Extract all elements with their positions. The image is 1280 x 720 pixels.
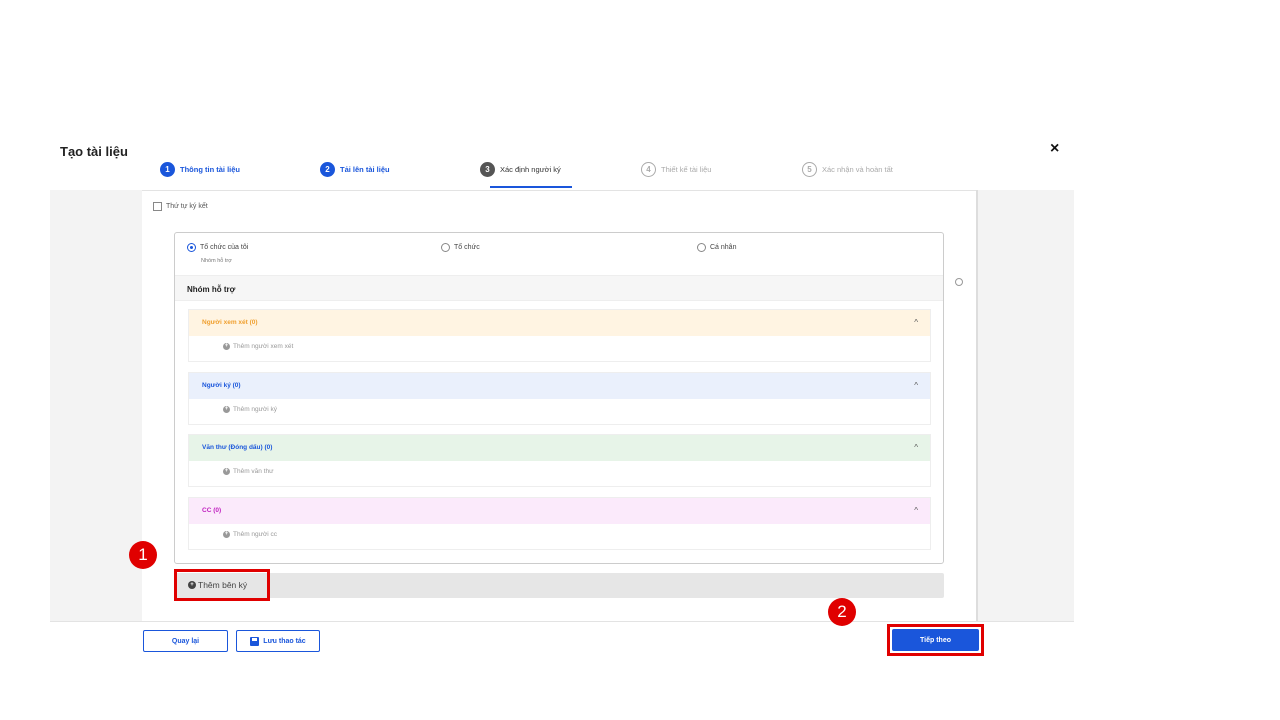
step-label: Xác nhận và hoàn tất — [822, 165, 893, 174]
next-button[interactable]: Tiếp theo — [892, 629, 979, 651]
radio-individual[interactable]: Cá nhân — [697, 243, 736, 252]
selected-group-caption: Nhóm hỗ trợ — [201, 258, 232, 264]
group-title: Nhóm hỗ trợ — [187, 285, 236, 294]
radio-icon[interactable] — [441, 243, 450, 252]
group-header: Nhóm hỗ trợ — [175, 275, 943, 301]
add-label: Thêm người cc — [233, 531, 278, 538]
checkbox-box[interactable] — [153, 202, 162, 211]
step-document-info[interactable]: 1 Thông tin tài liệu — [160, 162, 240, 177]
add-label: Thêm người ký — [233, 406, 278, 413]
step-label: Thông tin tài liệu — [180, 165, 240, 174]
reviewers-section: Người xem xét (0) ^ + Thêm người xem xét — [188, 309, 931, 362]
section-label: Văn thư (Đóng dấu) (0) — [202, 444, 273, 451]
callout-badge-1: 1 — [129, 541, 157, 569]
save-progress-button[interactable]: Lưu thao tác — [236, 630, 320, 652]
step-number: 3 — [480, 162, 495, 177]
callout-badge-2: 2 — [828, 598, 856, 626]
add-label: Thêm văn thư — [233, 468, 274, 475]
divider — [50, 190, 1074, 191]
step-design-document: 4 Thiết kế tài liệu — [641, 162, 711, 177]
section-label: CC (0) — [202, 507, 222, 514]
add-party-button[interactable]: + Thêm bên ký — [174, 569, 270, 601]
modal-title: Tạo tài liệu — [60, 144, 128, 159]
section-label: Người ký (0) — [202, 382, 241, 389]
remove-party-icon[interactable] — [955, 278, 963, 286]
signing-party-card: Tổ chức của tôi Nhóm hỗ trợ Tổ chức Cá n… — [174, 232, 944, 564]
right-gutter — [978, 190, 1074, 622]
close-icon[interactable]: × — [1050, 140, 1059, 158]
chevron-up-icon[interactable]: ^ — [914, 318, 918, 327]
radio-selected-icon[interactable] — [187, 243, 196, 252]
scrollbar-track[interactable] — [976, 190, 978, 622]
add-party-bar[interactable] — [174, 573, 944, 598]
step-upload-document[interactable]: 2 Tải lên tài liệu — [320, 162, 390, 177]
step-define-signers[interactable]: 3 Xác định người ký — [480, 162, 561, 177]
chevron-up-icon[interactable]: ^ — [914, 506, 918, 515]
chevron-up-icon[interactable]: ^ — [914, 443, 918, 452]
next-label: Tiếp theo — [920, 636, 951, 644]
radio-label: Tổ chức của tôi — [200, 244, 249, 251]
radio-my-organization[interactable]: Tổ chức của tôi — [187, 243, 248, 252]
signers-section: Người ký (0) ^ + Thêm người ký — [188, 372, 931, 425]
add-label: Thêm người xem xét — [233, 343, 294, 350]
back-button[interactable]: Quay lại — [143, 630, 228, 652]
step-label: Tải lên tài liệu — [340, 165, 390, 174]
section-header[interactable]: CC (0) ^ — [189, 498, 930, 524]
add-clerk-link[interactable]: + Thêm văn thư — [223, 468, 273, 475]
plus-icon: + — [223, 406, 230, 413]
add-signer-link[interactable]: + Thêm người ký — [223, 406, 277, 413]
plus-icon: + — [223, 468, 230, 475]
chevron-up-icon[interactable]: ^ — [914, 381, 918, 390]
section-header[interactable]: Văn thư (Đóng dấu) (0) ^ — [189, 435, 930, 461]
add-cc-link[interactable]: + Thêm người cc — [223, 531, 277, 538]
checkbox-label: Thứ tự ký kết — [166, 203, 208, 210]
save-label: Lưu thao tác — [263, 637, 306, 645]
step-confirm-complete: 5 Xác nhận và hoàn tất — [802, 162, 893, 177]
signing-order-checkbox[interactable]: Thứ tự ký kết — [153, 202, 208, 211]
add-reviewer-link[interactable]: + Thêm người xem xét — [223, 343, 293, 350]
radio-label: Tổ chức — [454, 244, 480, 251]
radio-label: Cá nhân — [710, 244, 737, 251]
step-number: 4 — [641, 162, 656, 177]
section-header[interactable]: Người ký (0) ^ — [189, 373, 930, 399]
step-number: 5 — [802, 162, 817, 177]
step-number: 1 — [160, 162, 175, 177]
cc-section: CC (0) ^ + Thêm người cc — [188, 497, 931, 550]
back-label: Quay lại — [171, 637, 200, 645]
active-step-indicator — [490, 186, 572, 188]
step-label: Thiết kế tài liệu — [661, 165, 712, 174]
step-number: 2 — [320, 162, 335, 177]
save-icon — [250, 636, 260, 646]
clerks-section: Văn thư (Đóng dấu) (0) ^ + Thêm văn thư — [188, 434, 931, 487]
plus-icon: + — [223, 343, 230, 350]
step-label: Xác định người ký — [500, 165, 561, 174]
radio-organization[interactable]: Tổ chức — [441, 243, 480, 252]
section-label: Người xem xét (0) — [202, 319, 258, 326]
plus-icon: + — [223, 531, 230, 538]
divider — [50, 621, 1074, 622]
section-header[interactable]: Người xem xét (0) ^ — [189, 310, 930, 336]
add-party-label: Thêm bên ký — [198, 580, 248, 590]
plus-icon: + — [188, 581, 196, 589]
radio-icon[interactable] — [697, 243, 706, 252]
